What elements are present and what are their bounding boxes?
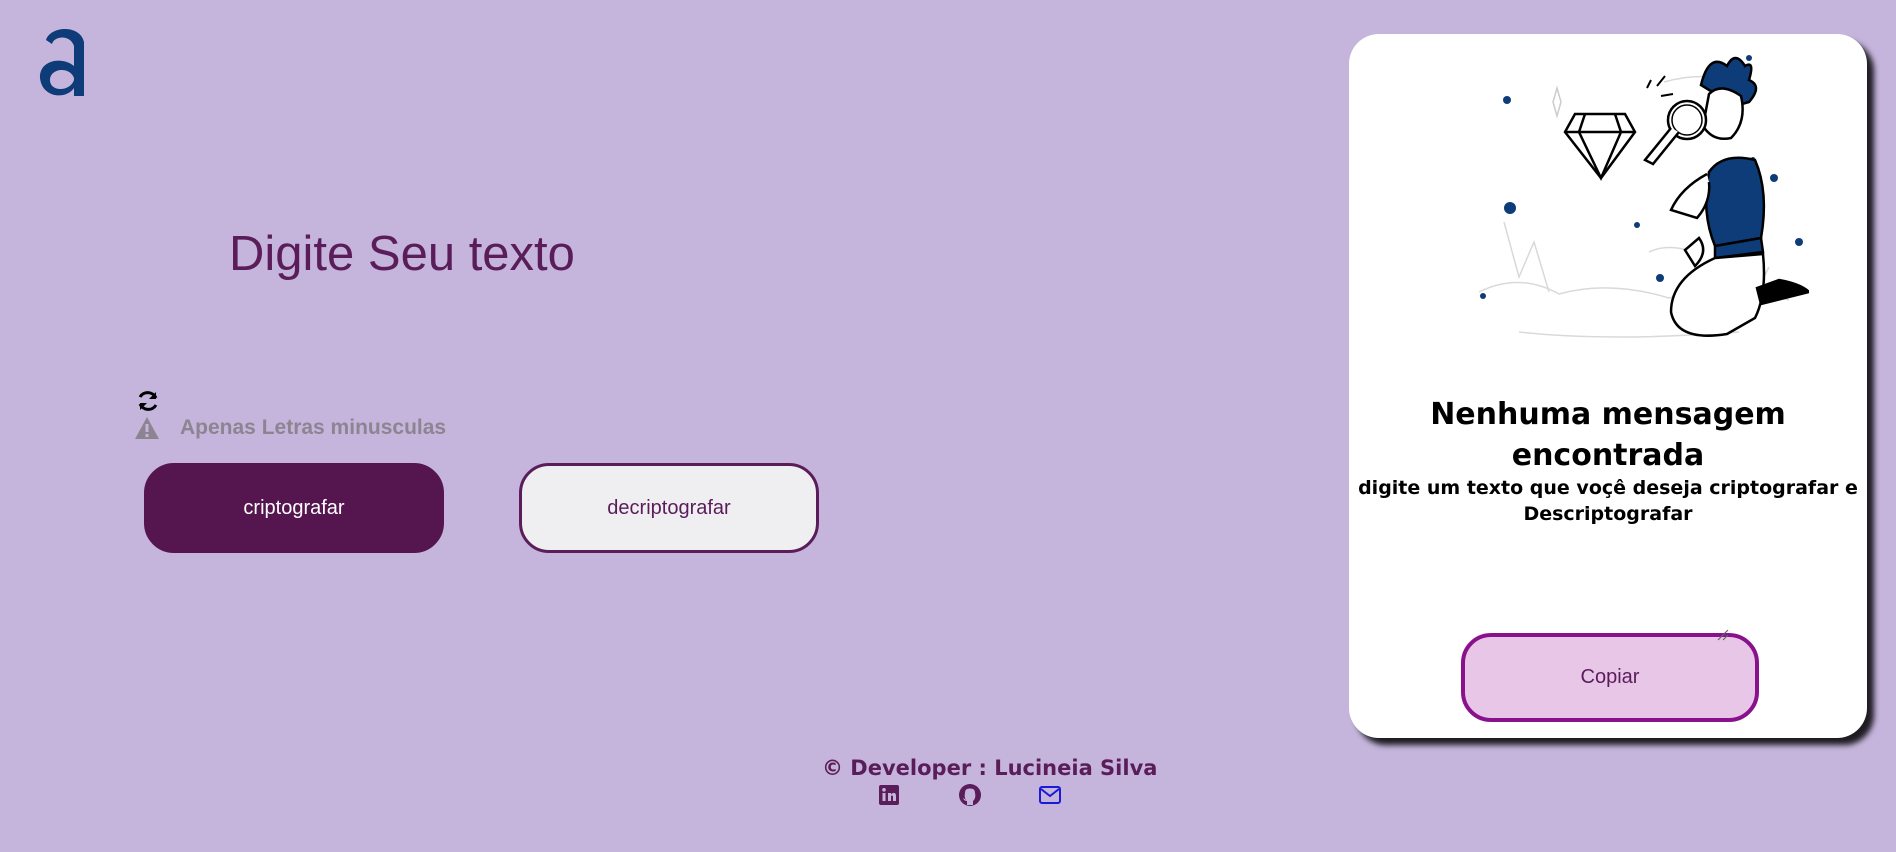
detective-with-magnifier-illustration: [1478, 55, 1809, 338]
copy-button[interactable]: Copiar: [1461, 633, 1759, 722]
footer-credit: © Developer : Lucineia Silva: [822, 756, 1158, 780]
encrypt-button[interactable]: criptografar: [144, 463, 444, 553]
github-icon[interactable]: [958, 783, 982, 807]
empty-message-description: digite um texto que voçê deseja criptogr…: [1358, 477, 1858, 525]
decrypt-button[interactable]: decriptografar: [519, 463, 819, 553]
empty-message-title: Nenhuma mensagem encontrada: [1430, 397, 1786, 473]
warning-text: Apenas Letras minusculas: [180, 416, 447, 439]
message-input[interactable]: Digite Seu texto: [229, 226, 575, 282]
logo-a-icon: [39, 29, 84, 96]
warning-row: Apenas Letras minusculas: [134, 416, 446, 440]
refresh-icon[interactable]: [136, 389, 160, 413]
resize-handle-icon[interactable]: [1716, 628, 1730, 642]
mail-icon[interactable]: [1038, 783, 1062, 807]
warning-icon: [135, 417, 159, 439]
output-card: Nenhuma mensagem encontrada digite um te…: [1349, 34, 1867, 738]
linkedin-icon[interactable]: [877, 783, 901, 807]
